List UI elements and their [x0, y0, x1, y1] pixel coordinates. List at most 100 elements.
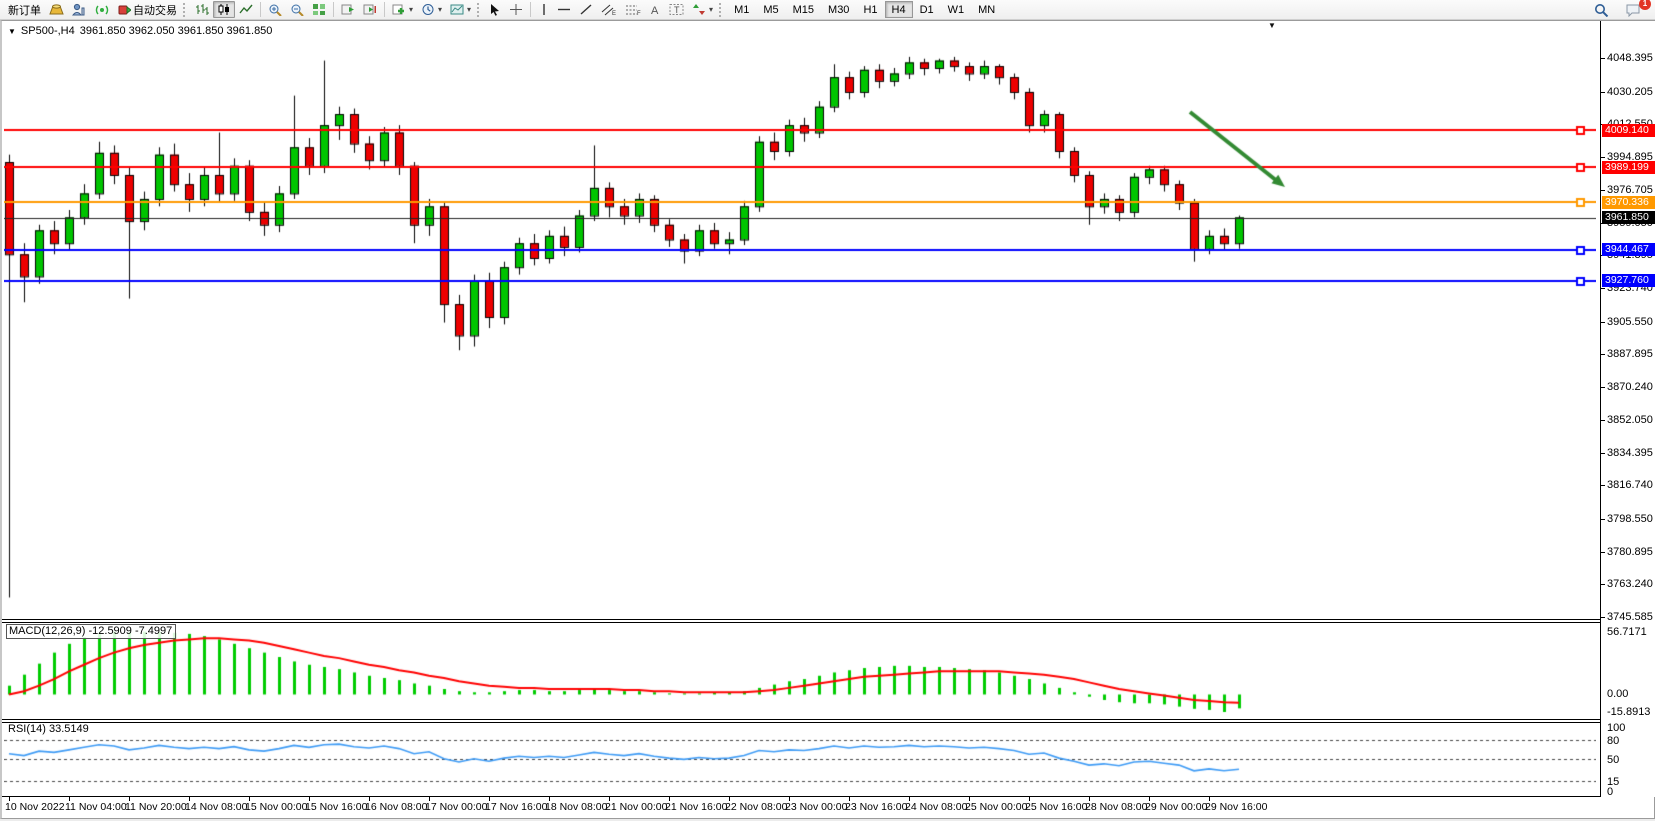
equidistant-channel-button[interactable]: E	[597, 1, 621, 18]
price-axis[interactable]: 4048.3954030.2054012.5503994.8953976.705…	[1600, 21, 1655, 797]
new-order-button[interactable]: 新订单	[4, 1, 45, 18]
panel-divider[interactable]	[2, 619, 1600, 620]
vertical-line-button[interactable]	[534, 1, 553, 18]
time-axis-label: 23 Nov 16:00	[845, 801, 907, 813]
search-button[interactable]	[1590, 1, 1613, 18]
chart-shift-marker-icon[interactable]: ▼	[1268, 21, 1276, 30]
price-axis-tick-label: 3905.550	[1607, 316, 1653, 328]
clock-icon	[421, 3, 435, 16]
gold-ingot-icon	[49, 3, 64, 16]
timeframe-button-w1[interactable]: W1	[941, 1, 972, 18]
timeframe-button-m15[interactable]: M15	[786, 1, 821, 18]
rsi-axis-label: 80	[1607, 735, 1619, 747]
price-tag: 4009.140	[1602, 124, 1655, 137]
text-label-button[interactable]: T	[665, 1, 688, 18]
arrow-objects-icon	[692, 3, 706, 16]
time-axis-label: 24 Nov 08:00	[905, 801, 967, 813]
chart-shift-icon	[363, 3, 377, 16]
price-axis-tick-label: 3763.240	[1607, 578, 1653, 590]
crosshair-button[interactable]	[505, 1, 527, 18]
timeframe-toolbar: M1M5M15M30H1H4D1W1MN	[727, 1, 1002, 18]
tile-windows-icon	[312, 3, 326, 16]
auto-scroll-icon	[341, 3, 355, 16]
bar-chart-button[interactable]	[191, 1, 213, 18]
time-axis-label: 28 Nov 08:00	[1085, 801, 1147, 813]
timeframe-button-d1[interactable]: D1	[913, 1, 941, 18]
price-axis-tick-label: 3870.240	[1607, 381, 1653, 393]
trendline-icon	[579, 3, 593, 16]
arrows-button[interactable]: ▾	[688, 1, 717, 18]
macd-axis-label: 0.00	[1607, 688, 1628, 700]
macd-name: MACD(12,26,9)	[9, 625, 85, 637]
time-axis-label: 14 Nov 08:00	[185, 801, 247, 813]
cursor-button[interactable]	[485, 1, 505, 18]
price-chart-canvas[interactable]	[4, 22, 1596, 619]
time-axis-label: 29 Nov 00:00	[1145, 801, 1207, 813]
timeframe-button-m30[interactable]: M30	[821, 1, 856, 18]
periods-button[interactable]: ▾	[417, 1, 446, 18]
price-axis-tick	[1601, 58, 1605, 59]
price-tag: 3944.467	[1602, 243, 1655, 256]
toolbar-separator	[260, 2, 261, 17]
toolbar-separator	[530, 2, 531, 17]
time-axis-label: 16 Nov 08:00	[365, 801, 427, 813]
zoom-out-button[interactable]	[286, 1, 308, 18]
chart-title: ▼ SP500-,H4 3961.850 3962.050 3961.850 3…	[8, 25, 272, 37]
ohlc-quote-label: 3961.850 3962.050 3961.850 3961.850	[80, 25, 273, 37]
price-tag: 3970.336	[1602, 196, 1655, 209]
price-axis-tick	[1601, 288, 1605, 289]
price-axis-tick	[1601, 354, 1605, 355]
time-axis-label: 10 Nov 2022	[5, 801, 65, 813]
price-axis-tick-label: 3798.550	[1607, 513, 1653, 525]
time-axis[interactable]: 10 Nov 202211 Nov 04:0011 Nov 20:0014 No…	[4, 797, 1596, 817]
macd-panel-canvas[interactable]	[4, 622, 1596, 718]
notifications-button[interactable]: 1	[1621, 1, 1645, 18]
timeframe-button-m5[interactable]: M5	[756, 1, 785, 18]
fibonacci-button[interactable]: F	[621, 1, 645, 18]
trendline-button[interactable]	[575, 1, 597, 18]
autotrade-icon	[118, 3, 131, 16]
profile-button[interactable]	[68, 1, 91, 18]
auto-scroll-button[interactable]	[337, 1, 359, 18]
text-button[interactable]: A	[645, 1, 665, 18]
toolbar-right-group: 1	[1590, 1, 1651, 18]
collapse-triangle-icon[interactable]: ▼	[8, 27, 16, 36]
signal-icon	[95, 3, 110, 16]
auto-trading-label: 自动交易	[133, 2, 177, 18]
price-axis-tick-label: 3745.585	[1607, 611, 1653, 623]
rsi-name: RSI(14)	[8, 723, 46, 735]
templates-button[interactable]: ▾	[446, 1, 475, 18]
time-axis-label: 23 Nov 00:00	[785, 801, 847, 813]
price-axis-tick-label: 3976.705	[1607, 184, 1653, 196]
time-axis-label: 25 Nov 16:00	[1025, 801, 1087, 813]
chart-shift-button[interactable]	[359, 1, 381, 18]
price-axis-tick-label: 4030.205	[1607, 86, 1653, 98]
time-axis-label: 22 Nov 08:00	[725, 801, 787, 813]
rsi-axis-label: 50	[1607, 754, 1619, 766]
time-axis-label: 15 Nov 16:00	[305, 801, 367, 813]
timeframe-button-mn[interactable]: MN	[971, 1, 1002, 18]
zoom-in-button[interactable]	[264, 1, 286, 18]
price-axis-tick	[1601, 519, 1605, 520]
deposit-button[interactable]	[45, 1, 68, 18]
candlestick-chart-button[interactable]	[213, 1, 235, 18]
rsi-panel-canvas[interactable]	[4, 722, 1596, 795]
panel-divider[interactable]	[2, 719, 1600, 720]
auto-trading-button[interactable]: 自动交易	[114, 1, 181, 18]
macd-values: -12.5909 -7.4997	[88, 625, 172, 637]
timeframe-button-h4[interactable]: H4	[885, 1, 913, 18]
timeframe-button-m1[interactable]: M1	[727, 1, 756, 18]
time-axis-label: 11 Nov 04:00	[65, 801, 127, 813]
signals-button[interactable]	[91, 1, 114, 18]
tile-windows-button[interactable]	[308, 1, 330, 18]
toolbar-grip[interactable]	[477, 3, 481, 17]
cursor-arrow-icon	[489, 3, 501, 16]
price-axis-tick	[1601, 92, 1605, 93]
toolbar-grip[interactable]	[719, 3, 723, 17]
line-chart-button[interactable]	[235, 1, 257, 18]
horizontal-line-button[interactable]	[553, 1, 575, 18]
dropdown-arrow-icon: ▾	[438, 5, 442, 14]
timeframe-button-h1[interactable]: H1	[856, 1, 884, 18]
new-chart-button[interactable]: ▾	[388, 1, 417, 18]
toolbar-grip[interactable]	[183, 3, 187, 17]
